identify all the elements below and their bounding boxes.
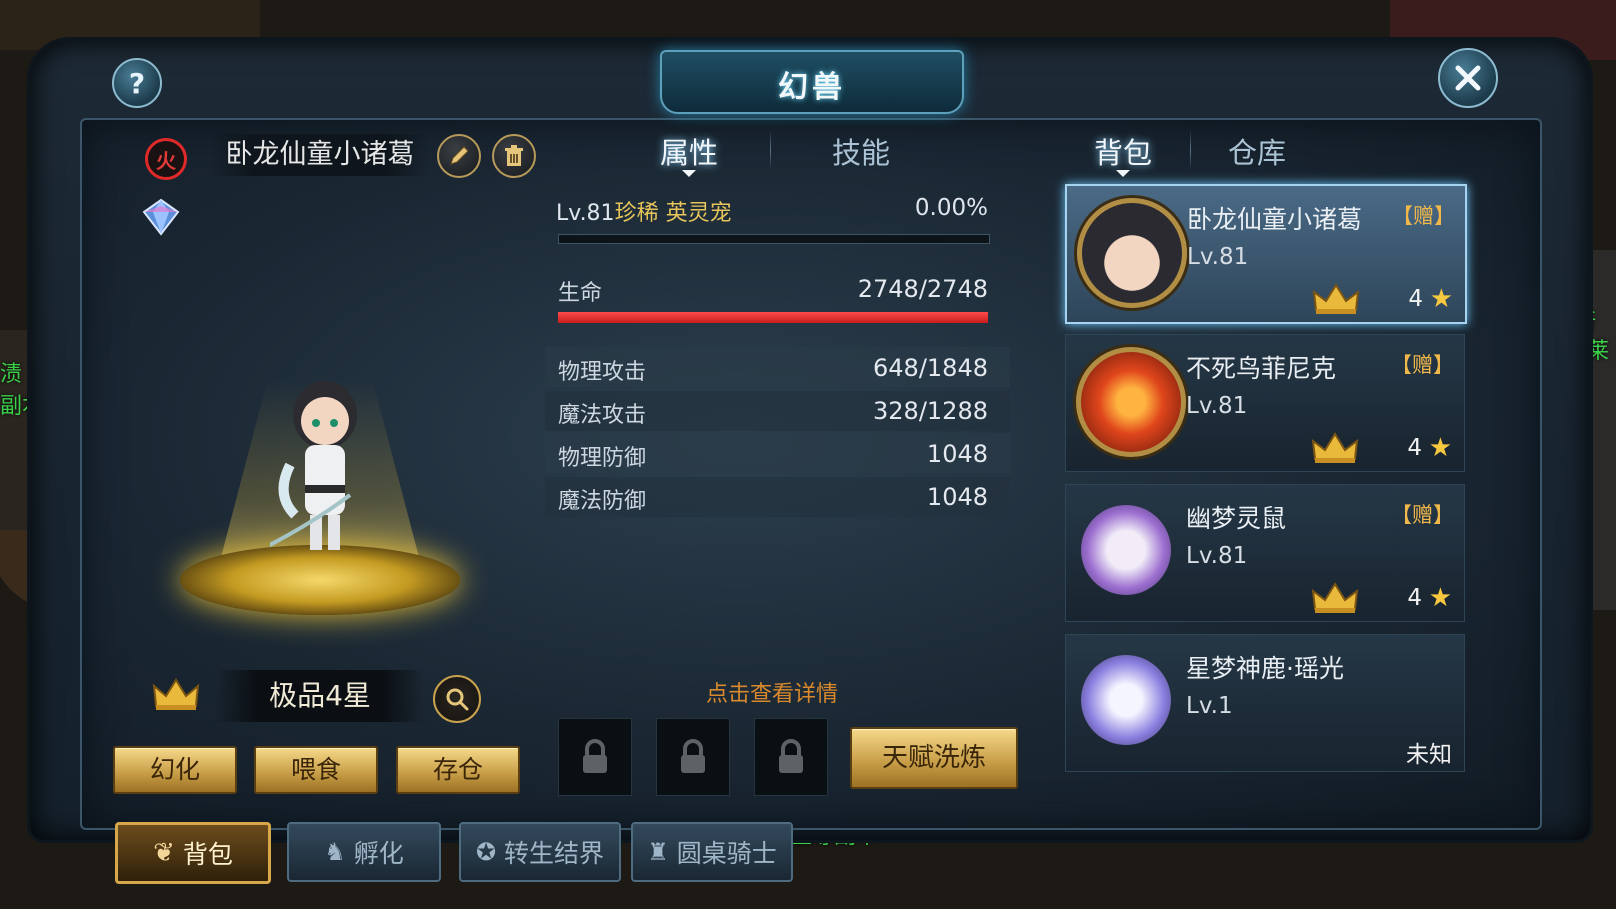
lock-icon (681, 739, 705, 773)
tab-attributes[interactable]: 属性 (660, 130, 718, 172)
close-button[interactable] (1438, 48, 1498, 108)
crown-icon (1311, 432, 1359, 463)
stat-label-phys-def: 物理防御 (558, 446, 647, 471)
edit-icon (450, 146, 469, 165)
gift-badge: 【赠】 (1391, 353, 1454, 377)
stat-label-mag-atk: 魔法攻击 (558, 403, 647, 428)
pet-level: Lv.81 (556, 201, 615, 226)
element-badge: 火 (145, 138, 187, 180)
crown-icon (1312, 283, 1360, 314)
deer-avatar (1081, 655, 1171, 745)
round-table-icon: ♜ (647, 838, 669, 866)
mouse-avatar (1081, 505, 1171, 595)
nav-bag[interactable]: ❦ 背包 (115, 822, 271, 884)
hp-label: 生命 (558, 281, 603, 306)
pet-list-item[interactable]: 卧龙仙童小诸葛 Lv.81 【赠】 4 ★ (1065, 184, 1467, 324)
pet-type: 英灵宠 (665, 201, 732, 226)
pet-list-level: Lv.81 (1186, 543, 1248, 569)
pet-list-item[interactable]: 幽梦灵鼠 Lv.81 【赠】 4 ★ (1065, 484, 1465, 622)
pet-list-item[interactable]: 星梦神鹿·瑶光 Lv.1 未知 (1065, 634, 1465, 772)
close-icon (1455, 65, 1481, 91)
grade-info-button[interactable] (433, 675, 481, 723)
stat-label-mag-def: 魔法防御 (558, 489, 647, 514)
view-details-link[interactable]: 点击查看详情 (706, 676, 838, 708)
pet-list-name: 星梦神鹿·瑶光 (1186, 654, 1344, 683)
tab-attributes-indicator (682, 170, 696, 177)
window-title-plate: 幻兽 (660, 50, 964, 114)
nav-rebirth-label: 转生结界 (504, 839, 605, 868)
star-icon: ★ (1428, 583, 1452, 613)
pet-rarity: 珍稀 (614, 201, 659, 226)
nav-hatch[interactable]: ♞ 孵化 (287, 822, 441, 882)
pet-list-item[interactable]: 不死鸟菲尼克 Lv.81 【赠】 4 ★ (1065, 334, 1465, 472)
search-icon (446, 688, 469, 711)
help-button[interactable]: ? (112, 58, 162, 108)
pet-list-name: 幽梦灵鼠 (1186, 504, 1287, 533)
pet-list-name: 不死鸟菲尼克 (1186, 354, 1337, 383)
gift-badge: 【赠】 (1391, 503, 1454, 527)
talent-slot-locked[interactable] (656, 718, 730, 796)
hp-value: 2748/2748 (857, 275, 988, 303)
store-button[interactable]: 存仓 (396, 746, 520, 794)
tab-divider (1190, 130, 1191, 170)
tab-bag[interactable]: 背包 (1094, 130, 1152, 172)
exp-bar (558, 234, 990, 244)
star-icon: ★ (1428, 433, 1452, 463)
feed-button[interactable]: 喂食 (254, 746, 378, 794)
rebirth-icon: ✪ (475, 838, 497, 866)
tab-warehouse[interactable]: 仓库 (1228, 130, 1286, 172)
nav-bag-label: 背包 (182, 840, 233, 869)
tab-divider (770, 130, 771, 170)
tab-skills[interactable]: 技能 (832, 130, 890, 172)
pet-list-level: Lv.1 (1186, 693, 1233, 719)
lock-icon (583, 739, 607, 773)
pet-model-figure (270, 381, 357, 550)
nav-round-table[interactable]: ♜ 圆桌骑士 (631, 822, 793, 882)
boy-avatar (1077, 198, 1187, 308)
trash-icon (505, 145, 523, 166)
nav-rebirth-barrier[interactable]: ✪ 转生结界 (459, 822, 621, 882)
exp-percent: 0.00% (914, 195, 988, 221)
crown-icon (1311, 582, 1359, 613)
pet-list-stars: 4 (1407, 435, 1422, 461)
pet-list-stars-unknown: 未知 (1406, 742, 1452, 768)
stat-label-phys-atk: 物理攻击 (558, 360, 647, 385)
nav-round-table-label: 圆桌骑士 (676, 839, 777, 868)
release-button[interactable] (492, 134, 536, 178)
hatch-icon: ♞ (324, 838, 346, 866)
nav-hatch-label: 孵化 (353, 839, 404, 868)
pet-list-level: Lv.81 (1187, 244, 1249, 270)
talent-slot-locked[interactable] (558, 718, 632, 796)
pet-level-line: Lv.81珍稀 英灵宠 (556, 195, 732, 227)
pet-name: 卧龙仙童小诸葛 (210, 134, 430, 176)
gift-badge: 【赠】 (1392, 204, 1455, 228)
lock-icon (779, 739, 803, 773)
bg-char-label: 渍 (0, 362, 23, 387)
phoenix-avatar (1076, 347, 1186, 457)
stat-value-mag-atk: 328/1288 (873, 397, 988, 425)
tab-bag-indicator (1116, 170, 1130, 177)
pet-list-level: Lv.81 (1186, 393, 1248, 419)
stat-value-mag-def: 1048 (926, 483, 988, 511)
talent-refine-button[interactable]: 天赋洗炼 (850, 727, 1018, 789)
crown-icon (152, 678, 200, 710)
help-icon: ? (128, 66, 146, 100)
bag-icon: ❦ (153, 838, 175, 868)
transform-button[interactable]: 幻化 (113, 746, 237, 794)
pet-list-stars: 4 (1407, 585, 1422, 611)
star-icon: ★ (1429, 284, 1453, 314)
window-title: 幻兽 (778, 70, 846, 105)
stat-value-phys-atk: 648/1848 (873, 354, 988, 382)
stat-value-phys-def: 1048 (926, 440, 988, 468)
pet-list-stars: 4 (1408, 286, 1423, 312)
hp-bar-fill (558, 312, 988, 323)
pet-grade: 极品4星 (215, 670, 425, 722)
talent-slot-locked[interactable] (754, 718, 828, 796)
gem-icon (142, 198, 180, 236)
pet-list-name: 卧龙仙童小诸葛 (1187, 205, 1363, 234)
rename-button[interactable] (437, 134, 481, 178)
hp-bar (558, 312, 988, 323)
